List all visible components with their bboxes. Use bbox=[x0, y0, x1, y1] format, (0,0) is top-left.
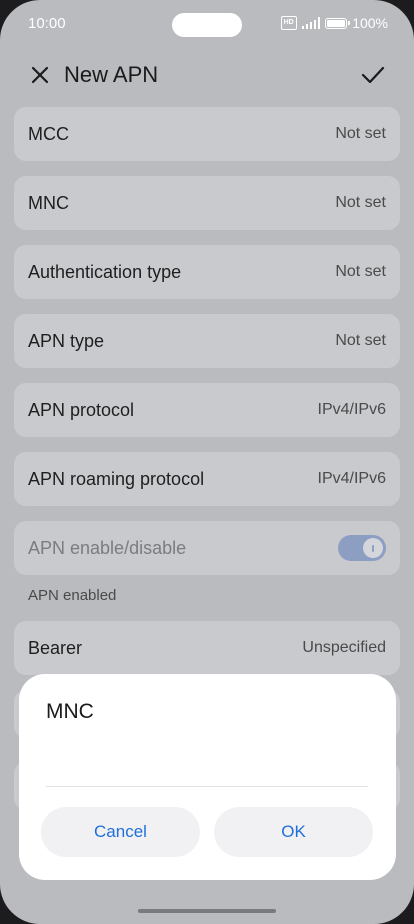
apn-enabled-caption: APN enabled bbox=[28, 587, 117, 604]
status-time: 10:00 bbox=[28, 15, 66, 32]
setting-label: APN type bbox=[28, 330, 105, 351]
status-bar: 10:00 HD 100% bbox=[0, 0, 414, 48]
setting-label: APN roaming protocol bbox=[28, 468, 205, 489]
setting-label: MCC bbox=[28, 123, 69, 144]
signal-icon bbox=[301, 17, 321, 29]
setting-value: Not set bbox=[335, 194, 386, 211]
dialog-title: MNC bbox=[46, 700, 94, 723]
cancel-button[interactable]: Cancel bbox=[41, 807, 200, 857]
setting-row-mcc[interactable]: MCC Not set bbox=[14, 107, 400, 161]
setting-value: Not set bbox=[335, 263, 386, 280]
status-icons: HD 100% bbox=[280, 15, 388, 31]
setting-row-apn-enable: APN enable/disable bbox=[14, 521, 400, 575]
setting-label: Bearer bbox=[28, 637, 83, 658]
apn-enable-toggle[interactable] bbox=[338, 535, 386, 561]
setting-label: Authentication type bbox=[28, 261, 182, 282]
toggle-knob bbox=[363, 538, 383, 558]
setting-value: Not set bbox=[335, 125, 386, 142]
ok-button[interactable]: OK bbox=[214, 807, 373, 857]
page-title: New APN bbox=[64, 62, 159, 87]
check-icon[interactable] bbox=[360, 63, 386, 87]
setting-row-apn-type[interactable]: APN type Not set bbox=[14, 314, 400, 368]
battery-icon bbox=[325, 17, 351, 29]
setting-value: Unspecified bbox=[302, 639, 386, 656]
setting-label: APN enable/disable bbox=[28, 537, 187, 558]
mnc-input[interactable] bbox=[46, 736, 368, 787]
phone-screen: 10:00 HD 100% New APN MCC Not set MNC No… bbox=[0, 0, 414, 924]
setting-row-authentication-type[interactable]: Authentication type Not set bbox=[14, 245, 400, 299]
battery-level: 100% bbox=[352, 15, 388, 31]
mnc-dialog: MNC Cancel OK bbox=[19, 674, 396, 880]
close-icon[interactable] bbox=[28, 63, 52, 87]
setting-value: Not set bbox=[335, 332, 386, 349]
setting-row-apn-roaming-protocol[interactable]: APN roaming protocol IPv4/IPv6 bbox=[14, 452, 400, 506]
hd-icon: HD bbox=[280, 16, 297, 30]
setting-label: APN protocol bbox=[28, 399, 135, 420]
app-header: New APN bbox=[0, 55, 414, 95]
setting-value: IPv4/IPv6 bbox=[317, 401, 386, 418]
setting-value: IPv4/IPv6 bbox=[317, 470, 386, 487]
dynamic-island bbox=[172, 13, 242, 37]
setting-row-bearer[interactable]: Bearer Unspecified bbox=[14, 621, 400, 675]
home-indicator[interactable] bbox=[138, 909, 276, 913]
setting-label: MNC bbox=[28, 192, 69, 213]
setting-row-mnc[interactable]: MNC Not set bbox=[14, 176, 400, 230]
setting-row-apn-protocol[interactable]: APN protocol IPv4/IPv6 bbox=[14, 383, 400, 437]
